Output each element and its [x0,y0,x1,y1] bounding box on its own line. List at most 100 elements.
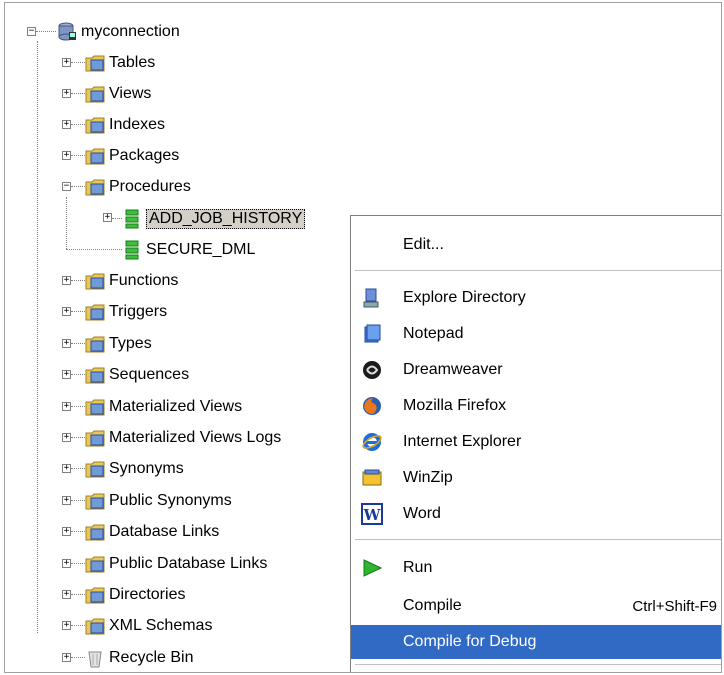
expand-toggle[interactable]: + [62,590,71,599]
tree-node-materialized-views-logs[interactable]: Materialized Views Logs [85,422,281,453]
folder-indexes-icon [85,117,105,133]
menu-item-dreamweaver[interactable]: Dreamweaver [351,353,721,387]
folder-synonyms-icon [85,461,105,477]
folder-sequences-icon [85,367,105,383]
folder-procedures-icon [85,179,105,195]
tree-node-label: Procedures [109,177,191,195]
folder-triggers-icon [85,304,105,320]
folder-database-links-icon [85,524,105,540]
tree-node-label: ADD_JOB_HISTORY [146,208,306,229]
expand-toggle[interactable]: + [62,559,71,568]
menu-item-notepad[interactable]: Notepad [351,317,721,351]
menu-item-label: Internet Explorer [403,433,522,450]
database-connection-icon [58,22,76,40]
menu-item-label: Run [403,559,433,576]
tree-guide-line [71,468,85,469]
tree-guide-line [71,625,85,626]
recycle-bin-icon [88,651,102,667]
tree-guide-line [71,62,85,63]
menu-item-run[interactable]: Run [351,551,721,585]
folder-public-synonyms-icon [85,493,105,509]
tree-node-database-links[interactable]: Database Links [85,516,219,547]
expand-toggle[interactable]: + [103,213,112,222]
menu-item-compile-for-debug[interactable]: Compile for Debug [351,625,721,659]
tree-guide-line [71,186,85,187]
folder-materialized-views-icon [85,399,105,415]
tree-node-packages[interactable]: Packages [85,140,179,171]
folder-functions-icon [85,273,105,289]
expand-toggle[interactable]: + [62,339,71,348]
expand-toggle[interactable]: + [62,496,71,505]
expand-toggle[interactable]: + [62,621,71,630]
expand-toggle[interactable]: + [62,402,71,411]
menu-item-label: Explore Directory [403,289,526,306]
tree-node-indexes[interactable]: Indexes [85,109,165,140]
tree-guide-line [36,31,56,32]
tree-node-triggers[interactable]: Triggers [85,296,167,327]
menu-item-label: Edit... [403,236,444,253]
menu-item-internet-explorer[interactable]: Internet Explorer [351,425,721,459]
tree-node-label: Directories [109,585,186,603]
expand-toggle[interactable]: + [62,120,71,129]
expand-toggle[interactable]: + [62,307,71,316]
folder-xml-schemas-icon [85,618,105,634]
menu-item-compile[interactable]: Compile Ctrl+Shift-F9 [351,589,721,623]
expand-toggle[interactable]: + [62,433,71,442]
tree-node-label: SECURE_DML [146,240,256,258]
expand-toggle[interactable]: + [62,58,71,67]
tree-node-public-database-links[interactable]: Public Database Links [85,548,267,579]
tree-node-add-job-history[interactable]: ADD_JOB_HISTORY [122,203,306,234]
tree-node-views[interactable]: Views [85,78,151,109]
tree-node-myconnection[interactable]: myconnection [57,16,180,47]
tree-node-label: Public Synonyms [109,491,232,509]
tree-node-materialized-views[interactable]: Materialized Views [85,391,242,422]
menu-item-explore-directory[interactable]: Explore Directory [351,281,721,315]
tree-node-label: Triggers [109,302,168,320]
tree-guide-line [71,124,85,125]
tree-node-label: Materialized Views [109,397,243,415]
expand-toggle[interactable]: + [62,464,71,473]
menu-item-word[interactable]: W Word [351,497,721,531]
tree-node-functions[interactable]: Functions [85,265,178,296]
explore-directory-icon [363,288,379,308]
expand-toggle[interactable]: + [62,370,71,379]
tree-node-tables[interactable]: Tables [85,47,155,78]
expand-toggle[interactable]: + [62,151,71,160]
menu-item-winzip[interactable]: WinZip [351,461,721,495]
tree-node-procedures[interactable]: Procedures [85,171,191,202]
dreamweaver-icon [363,361,381,379]
collapse-toggle[interactable]: − [62,182,71,191]
tree-guide-line [66,249,122,250]
menu-item-mozilla-firefox[interactable]: Mozilla Firefox [351,389,721,423]
tree-node-xml-schemas[interactable]: XML Schemas [85,610,212,641]
tree-node-synonyms[interactable]: Synonyms [85,453,184,484]
tree-guide-line [71,155,85,156]
tree-node-label: Materialized Views Logs [109,428,282,446]
tree-guide-line [66,197,67,249]
procedure-icon [125,209,139,228]
folder-public-database-links-icon [85,556,105,572]
expand-toggle[interactable]: + [62,276,71,285]
expand-toggle[interactable]: + [62,527,71,536]
tree-guide-line [71,343,85,344]
tree-node-label: Public Database Links [109,554,268,572]
menu-separator [355,539,721,540]
folder-types-icon [85,336,105,352]
tree-node-types[interactable]: Types [85,328,152,359]
tree-node-secure-dml[interactable]: SECURE_DML [122,234,255,265]
tree-node-recycle-bin[interactable]: Recycle Bin [85,642,194,672]
word-icon: W [361,503,383,525]
expand-toggle[interactable]: + [62,653,71,662]
tree-node-label: Recycle Bin [109,648,194,666]
menu-item-edit[interactable]: Edit... [351,228,721,262]
tree-node-public-synonyms[interactable]: Public Synonyms [85,485,232,516]
tree-node-sequences[interactable]: Sequences [85,359,189,390]
expand-toggle[interactable]: + [62,89,71,98]
collapse-toggle[interactable]: − [27,27,36,36]
folder-directories-icon [85,587,105,603]
menu-item-label: Mozilla Firefox [403,397,507,414]
menu-item-label: Compile for Debug [403,633,537,650]
context-menu: Edit... Explore Directory Notepad Dreamw… [350,215,721,672]
tree-guide-line [71,531,85,532]
tree-node-directories[interactable]: Directories [85,579,185,610]
